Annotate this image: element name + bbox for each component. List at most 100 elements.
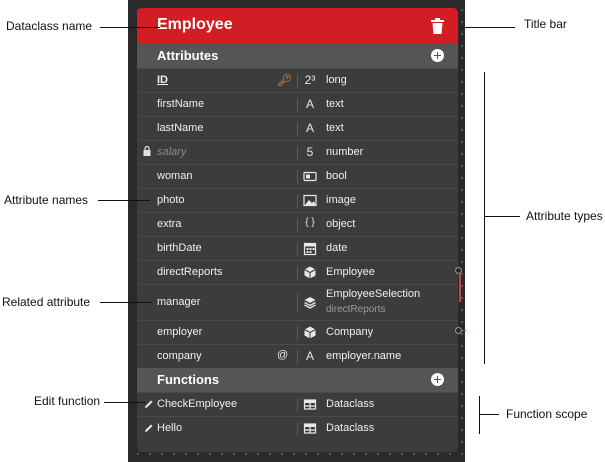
attribute-type: image xyxy=(326,194,356,206)
relation-handle[interactable] xyxy=(455,327,462,334)
attribute-row-company[interactable]: company @ A employer.name xyxy=(137,344,458,369)
attributes-section-label: Attributes xyxy=(157,48,219,63)
pencil-icon[interactable] xyxy=(144,399,154,409)
table-icon xyxy=(303,423,317,434)
attribute-type: bool xyxy=(326,170,347,182)
attribute-row-id[interactable]: ID 🔑︎ 2³ long xyxy=(137,68,458,93)
column-separator xyxy=(297,294,298,312)
column-separator xyxy=(297,146,298,160)
long-type-icon: 2³ xyxy=(304,73,316,87)
attribute-name: firstName xyxy=(157,98,205,110)
column-separator xyxy=(297,242,298,256)
attribute-type: EmployeeSelection xyxy=(326,288,421,300)
attribute-type: number xyxy=(326,146,364,158)
column-separator xyxy=(297,326,298,340)
function-row-checkemployee[interactable]: CheckEmployee Dataclass xyxy=(137,392,458,417)
annotation-attribute-types: Attribute types xyxy=(526,209,603,223)
attribute-row-directreports[interactable]: directReports Employee xyxy=(137,260,458,285)
attribute-name: birthDate xyxy=(157,242,202,254)
pencil-icon[interactable] xyxy=(144,423,154,433)
text-type-icon: A xyxy=(305,121,314,135)
function-scope: Dataclass xyxy=(326,398,375,410)
attribute-row-photo[interactable]: photo image xyxy=(137,188,458,213)
add-function-icon[interactable] xyxy=(431,373,444,386)
column-separator xyxy=(297,218,298,232)
table-icon xyxy=(303,399,317,410)
column-separator xyxy=(297,194,298,208)
calendar-icon xyxy=(303,242,317,256)
trash-icon[interactable] xyxy=(431,18,444,34)
cube-icon xyxy=(304,326,316,339)
functions-section-header: Functions xyxy=(137,368,458,392)
attribute-type: text xyxy=(326,98,344,110)
attribute-row-manager[interactable]: manager EmployeeSelection directReports xyxy=(137,284,458,321)
attribute-row-extra[interactable]: extra { } object xyxy=(137,212,458,237)
relation-handle[interactable] xyxy=(455,267,462,274)
attribute-type: object xyxy=(326,218,356,230)
attribute-row-employer[interactable]: employer Company xyxy=(137,320,458,345)
attribute-name: employer xyxy=(157,326,203,338)
attribute-row-salary[interactable]: salary 5 number xyxy=(137,140,458,165)
lock-icon xyxy=(143,146,151,156)
leader-line xyxy=(484,216,520,217)
attribute-name: ID xyxy=(157,74,168,86)
function-scope: Dataclass xyxy=(326,422,375,434)
column-separator xyxy=(297,122,298,136)
attribute-type: employer.name xyxy=(326,350,402,362)
dataclass-name[interactable]: Employee xyxy=(157,16,233,34)
column-separator xyxy=(297,266,298,280)
annotation-edit-function: Edit function xyxy=(34,394,101,408)
leader-line xyxy=(98,200,150,201)
bool-type-icon xyxy=(303,171,317,182)
leader-line xyxy=(100,302,152,303)
attribute-row-lastname[interactable]: lastName A text xyxy=(137,116,458,141)
alias-marker: @ xyxy=(277,349,289,361)
column-separator xyxy=(297,350,298,364)
column-separator xyxy=(297,170,298,184)
attribute-type: date xyxy=(326,242,348,254)
attribute-path: directReports xyxy=(326,304,386,315)
title-bar[interactable]: Employee xyxy=(137,8,458,44)
attribute-type: text xyxy=(326,122,344,134)
attribute-row-woman[interactable]: woman bool xyxy=(137,164,458,189)
add-attribute-icon[interactable] xyxy=(431,49,444,62)
annotation-title-bar: Title bar xyxy=(524,17,567,31)
text-type-icon: A xyxy=(305,349,314,363)
dataclass-card[interactable]: Employee Attributes ID 🔑︎ 2³ long firstN… xyxy=(137,8,458,452)
primary-key-icon: 🔑︎ xyxy=(277,73,293,87)
text-type-icon: A xyxy=(305,97,314,111)
functions-section-label: Functions xyxy=(157,372,220,387)
annotation-attribute-names: Attribute names xyxy=(4,193,89,207)
column-separator xyxy=(297,74,298,88)
annotation-related-attribute: Related attribute xyxy=(2,295,91,309)
attribute-name: lastName xyxy=(157,122,204,134)
card-footer xyxy=(137,440,458,452)
annotation-dataclass-name: Dataclass name xyxy=(6,19,93,33)
attribute-name: directReports xyxy=(157,266,223,278)
attribute-type: Employee xyxy=(326,266,375,278)
column-separator xyxy=(297,98,298,112)
function-name: Hello xyxy=(157,422,183,434)
object-type-icon: { } xyxy=(305,217,315,228)
bracket-line xyxy=(484,72,485,364)
attribute-name: manager xyxy=(157,296,201,308)
attribute-row-firstname[interactable]: firstName A text xyxy=(137,92,458,117)
relation-link xyxy=(462,330,466,331)
attribute-type: long xyxy=(326,74,347,86)
column-separator xyxy=(297,422,298,436)
cube-icon xyxy=(304,266,316,279)
leader-line xyxy=(100,27,160,28)
attribute-type: Company xyxy=(326,326,374,338)
bracket-line xyxy=(479,396,480,434)
image-type-icon xyxy=(303,194,317,207)
leader-line xyxy=(479,414,499,415)
function-name: CheckEmployee xyxy=(157,398,238,410)
attribute-name: woman xyxy=(157,170,193,182)
attribute-name: salary xyxy=(157,146,187,158)
attribute-row-birthdate[interactable]: birthDate date xyxy=(137,236,458,261)
attribute-name: extra xyxy=(157,218,182,230)
attributes-section-header: Attributes xyxy=(137,44,458,68)
function-row-hello[interactable]: Hello Dataclass xyxy=(137,416,458,441)
annotation-function-scope: Function scope xyxy=(506,407,588,421)
layers-icon xyxy=(304,297,316,309)
